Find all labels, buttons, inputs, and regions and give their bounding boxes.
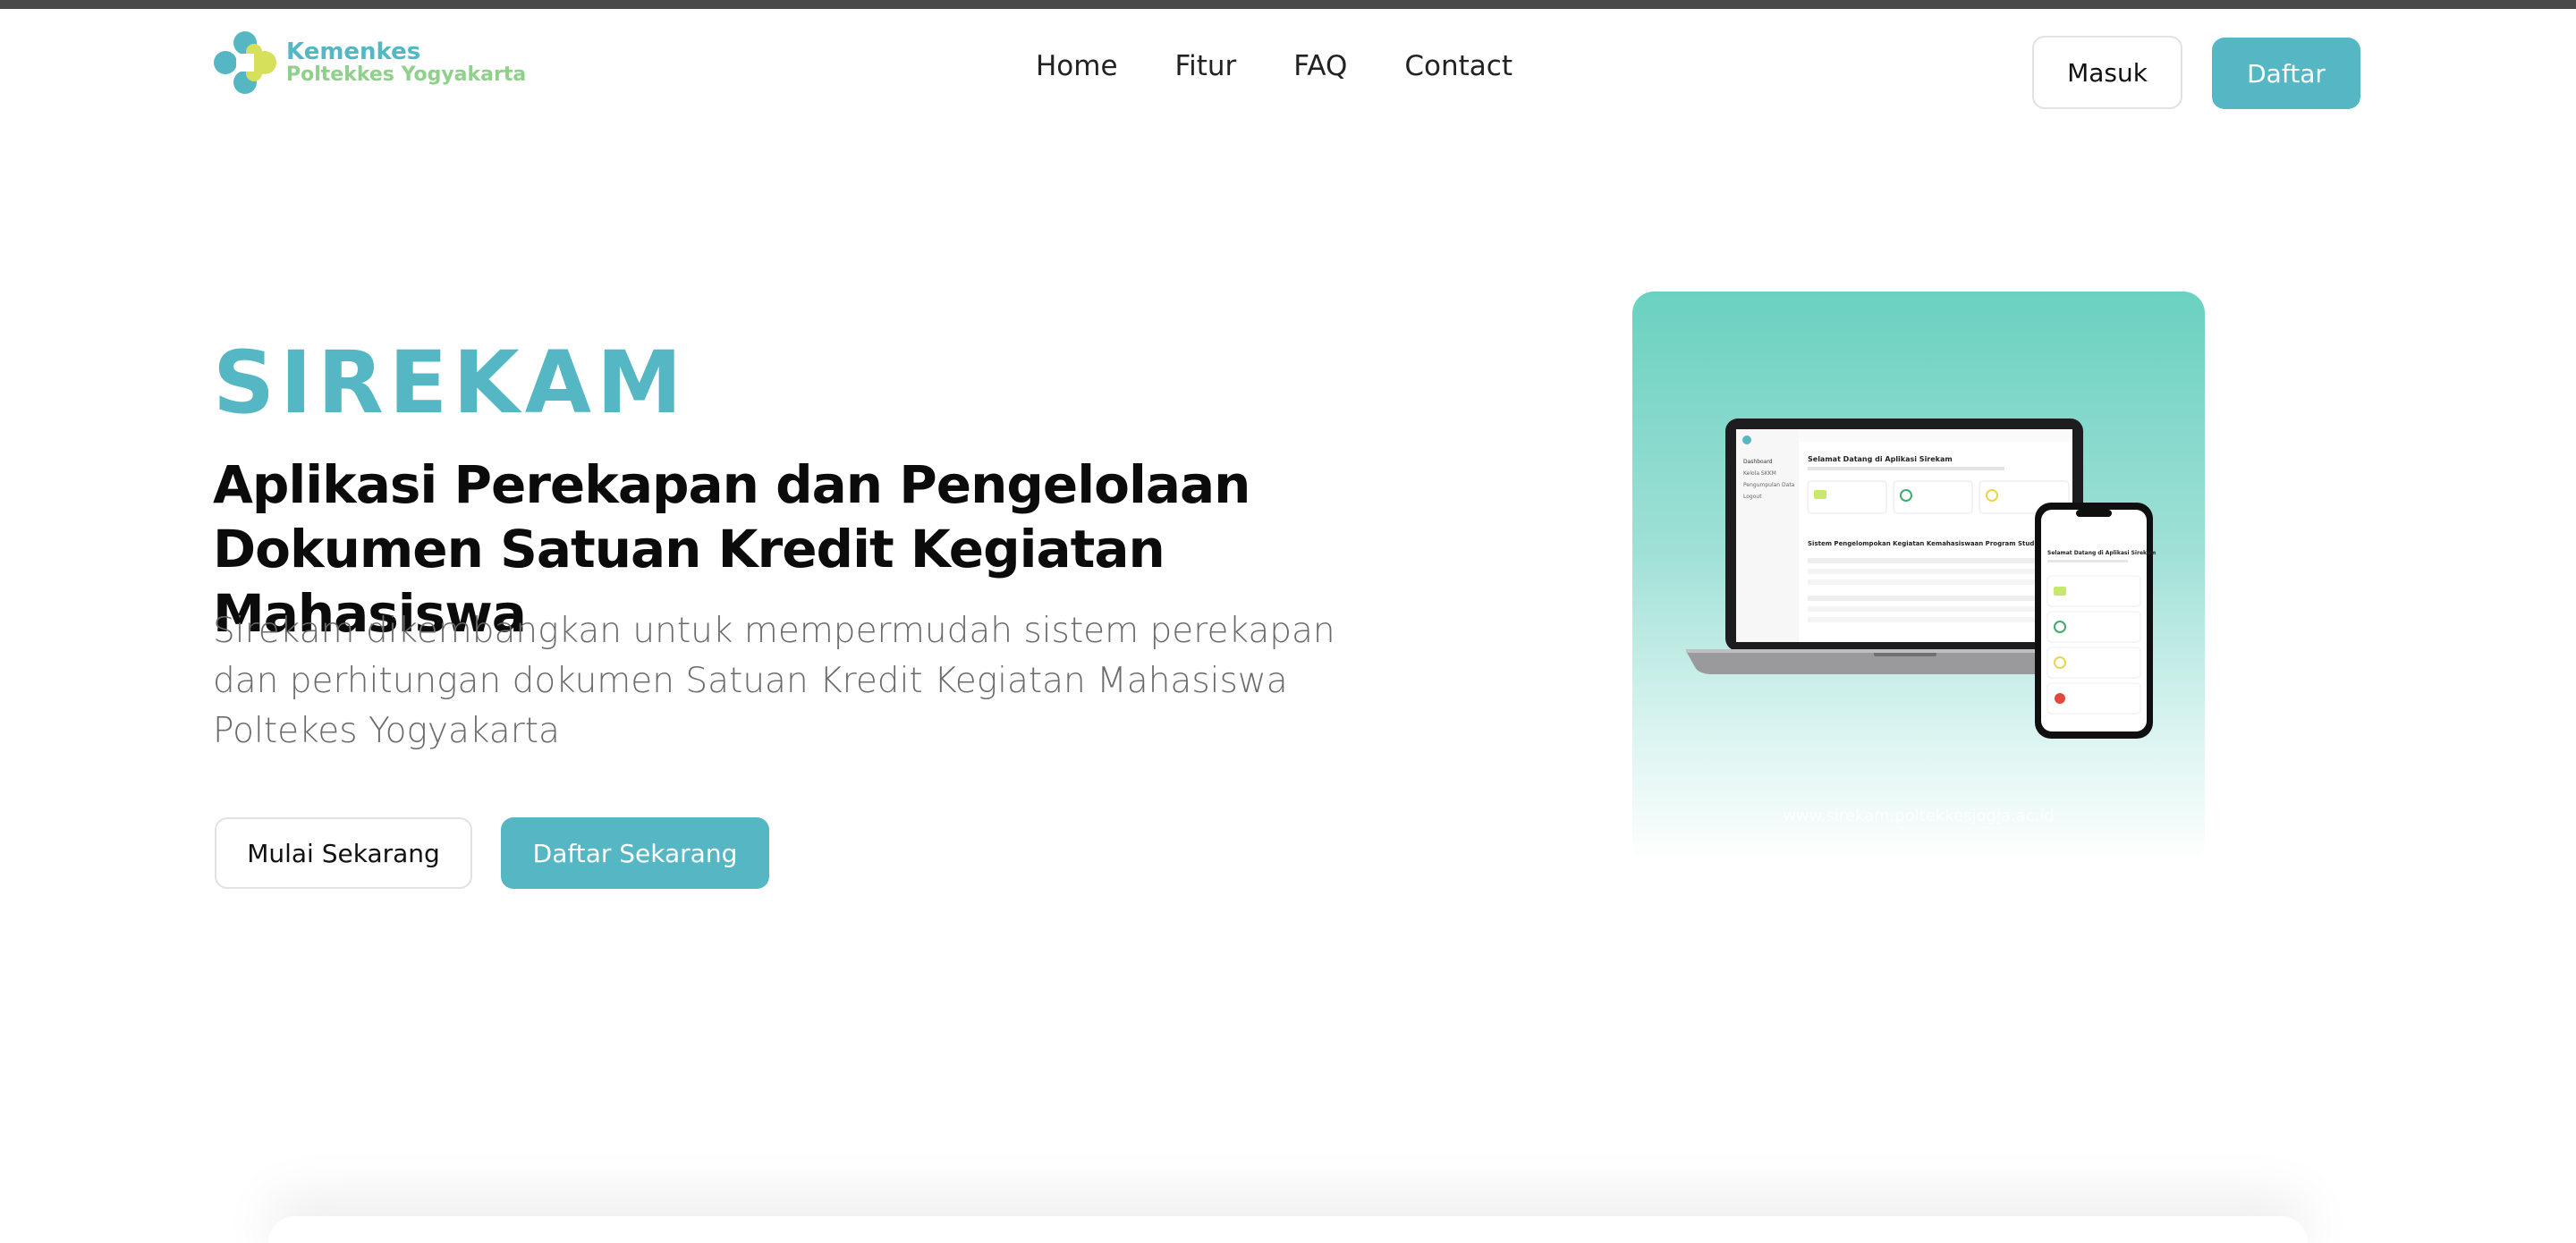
mockup-sidebar-item: Dashboard bbox=[1743, 459, 1773, 465]
nav-fitur[interactable]: Fitur bbox=[1175, 50, 1237, 82]
next-section-card bbox=[268, 1216, 2308, 1243]
hero-description: Sirekam dikembangkan untuk mempermudah s… bbox=[213, 611, 1335, 751]
image-watermark: www.sirekam.poltekkesjogja.ac.id bbox=[1783, 807, 2055, 825]
browser-top-bar bbox=[0, 0, 2576, 9]
mockup-sidebar-item: Logout bbox=[1743, 494, 1762, 500]
logo-subtitle: Poltekkes Yogyakarta bbox=[286, 63, 527, 87]
login-button[interactable]: Masuk bbox=[2032, 36, 2182, 109]
logo-title: Kemenkes bbox=[286, 38, 421, 65]
mockup-sidebar-item: Pengumpulan Data bbox=[1743, 482, 1795, 488]
navbar: Kemenkes Poltekkes Yogyakarta Home Fitur… bbox=[0, 9, 2576, 120]
register-now-button[interactable]: Daftar Sekarang bbox=[501, 817, 769, 889]
nav-home[interactable]: Home bbox=[1036, 50, 1118, 82]
mockup-welcome-text: Selamat Datang di Aplikasi Sirekam bbox=[1808, 455, 1953, 463]
hero-title: SIREKAM bbox=[213, 333, 688, 433]
hero-image: Dashboard Kelola SKKM Pengumpulan Data L… bbox=[1632, 292, 2205, 864]
start-now-button[interactable]: Mulai Sekarang bbox=[215, 817, 472, 889]
main-menu: Home Fitur FAQ Contact bbox=[1036, 50, 1513, 82]
nav-faq[interactable]: FAQ bbox=[1293, 50, 1347, 82]
kemenkes-logo-icon bbox=[214, 31, 276, 94]
register-button[interactable]: Daftar bbox=[2212, 38, 2360, 109]
logo[interactable]: Kemenkes Poltekkes Yogyakarta bbox=[213, 30, 526, 95]
mockup-phone-welcome: Selamat Datang di Aplikasi Sirekam bbox=[2047, 550, 2156, 556]
device-mockup-illustration: Dashboard Kelola SKKM Pengumpulan Data L… bbox=[1686, 419, 2156, 739]
nav-contact[interactable]: Contact bbox=[1404, 50, 1513, 82]
mockup-sidebar-item: Kelola SKKM bbox=[1743, 470, 1776, 477]
